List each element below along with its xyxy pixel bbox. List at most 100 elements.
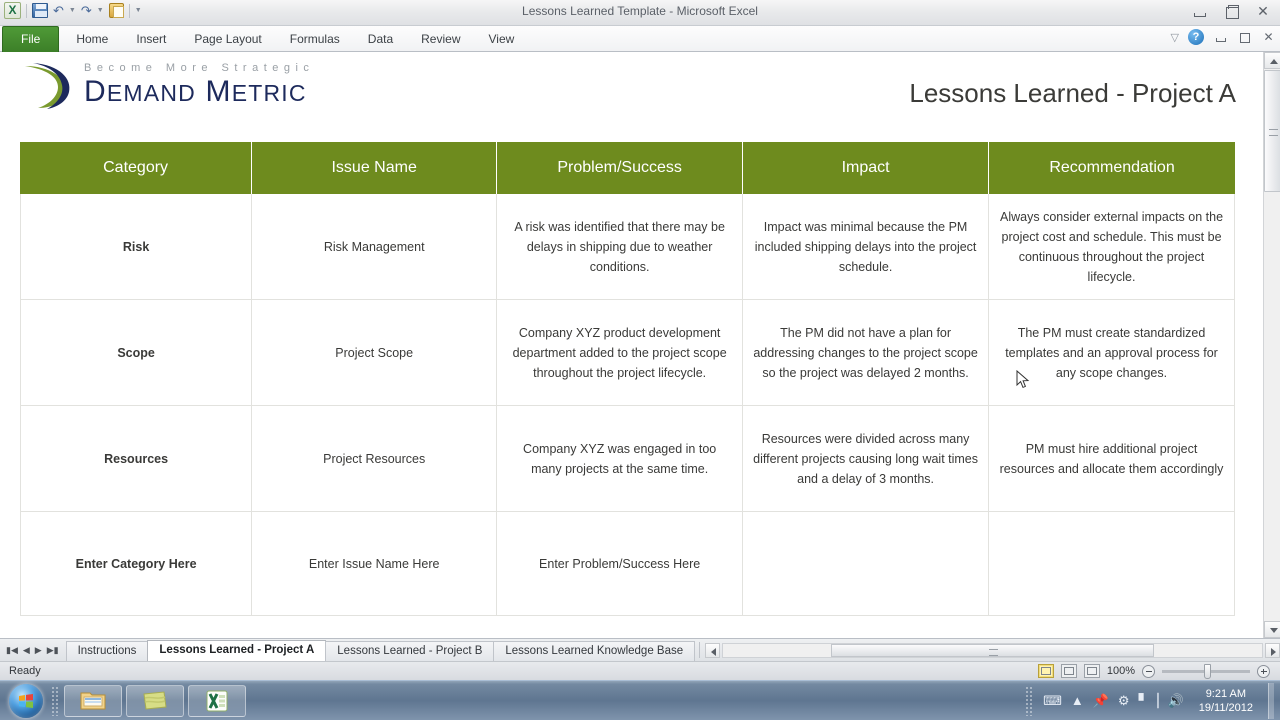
ribbon-close-button[interactable]: ✕ [1261,30,1276,44]
swoosh-logo-icon [20,60,72,112]
status-message: Ready [9,665,41,677]
window-controls[interactable]: ✕ [1188,3,1274,20]
taskbar-clock[interactable]: 9:21 AM 19/11/2012 [1193,687,1259,715]
show-desktop-button[interactable] [1268,682,1274,719]
last-sheet-icon[interactable]: ▶▮ [47,645,59,656]
table-row: Resources Project Resources Company XYZ … [20,406,1235,512]
sheet-tab-lessons-learned-project-b[interactable]: Lessons Learned - Project B [325,641,495,661]
tab-data[interactable]: Data [354,27,407,52]
cell-recommendation[interactable]: PM must hire additional project resource… [989,406,1235,512]
restore-button[interactable] [1220,3,1242,20]
zoom-out-icon[interactable] [1142,664,1155,678]
sheet-tab-lessons-learned-project-a[interactable]: Lessons Learned - Project A [147,639,327,661]
ribbon-tabs: File Home Insert Page Layout Formulas Da… [0,26,1280,52]
zoom-in-icon[interactable] [1257,664,1270,678]
tab-review[interactable]: Review [407,27,474,52]
tab-split-handle[interactable] [699,642,701,658]
column-header-recommendation[interactable]: Recommendation [989,142,1235,194]
action-center-icon[interactable]: ⚙ [1118,693,1130,708]
sheet-nav-buttons[interactable]: ▮◀ ◀ ▶ ▶▮ [0,645,66,656]
horizontal-scrollbar[interactable] [722,642,1263,658]
scroll-down-icon[interactable] [1264,621,1280,638]
scroll-right-icon[interactable] [1265,642,1280,658]
taskbar-item-excel[interactable] [188,684,246,717]
volume-icon[interactable]: 🔊 [1168,693,1184,708]
tab-view[interactable]: View [475,27,529,52]
horizontal-scroll-thumb[interactable] [830,643,1155,657]
cell-problem-success[interactable]: Company XYZ was engaged in too many proj… [497,406,744,512]
taskbar-item-sticky-notes[interactable] [126,684,184,717]
table-row: Risk Risk Management A risk was identifi… [20,194,1235,300]
vertical-scrollbar[interactable] [1263,52,1280,638]
status-bar: Ready 100% [0,661,1280,680]
page-break-preview-button[interactable] [1083,664,1100,678]
cell-problem-success[interactable]: Company XYZ product development departme… [497,300,744,406]
demand-metric-logo: Become More Strategic DEMAND METRIC [20,60,314,112]
cell-problem-success[interactable]: A risk was identified that there may be … [497,194,744,300]
ribbon-tab-bar: File Home Insert Page Layout Formulas Da… [0,26,1280,52]
close-button[interactable]: ✕ [1252,3,1274,20]
tray-grip[interactable] [1025,685,1033,716]
cell-impact[interactable]: The PM did not have a plan for addressin… [743,300,990,406]
cell-recommendation[interactable] [989,512,1235,616]
worksheet-area[interactable]: Become More Strategic DEMAND METRIC Less… [0,52,1280,638]
taskbar-item-file-explorer[interactable] [64,684,122,717]
brand-m: M [205,75,232,108]
network-icon[interactable]: ▘▕ [1139,693,1159,708]
tab-home[interactable]: Home [62,27,122,52]
first-sheet-icon[interactable]: ▮◀ [6,645,18,656]
clock-date: 19/11/2012 [1198,701,1253,714]
ribbon-minimize-button[interactable] [1213,30,1228,44]
taskbar-grip[interactable] [51,685,58,716]
cell-issue-name[interactable]: Enter Issue Name Here [252,512,498,616]
cell-impact[interactable] [743,512,990,616]
start-button[interactable] [9,683,43,718]
cell-issue-name[interactable]: Project Resources [252,406,498,512]
zoom-level-label[interactable]: 100% [1107,665,1135,677]
cell-category[interactable]: Risk [20,194,253,300]
column-header-impact[interactable]: Impact [743,142,990,194]
tab-insert[interactable]: Insert [122,27,180,52]
logo-tagline: Become More Strategic [84,62,315,74]
next-sheet-icon[interactable]: ▶ [35,645,42,656]
cell-impact[interactable]: Resources were divided across many diffe… [743,406,990,512]
cell-impact[interactable]: Impact was minimal because the PM includ… [743,194,990,300]
system-tray: ⌨ ▲ 📌 ⚙ ▘▕ 🔊 9:21 AM 19/11/2012 [1025,682,1280,719]
column-header-issue-name[interactable]: Issue Name [252,142,498,194]
cell-category[interactable]: Resources [20,406,253,512]
cell-recommendation[interactable]: Always consider external impacts on the … [989,194,1235,300]
cell-problem-success[interactable]: Enter Problem/Success Here [497,512,744,616]
help-icon[interactable]: ? [1188,29,1204,45]
page-title: Lessons Learned - Project A [909,78,1236,108]
table-row: Enter Category Here Enter Issue Name Her… [20,512,1235,616]
page-layout-view-button[interactable] [1060,664,1077,678]
normal-view-button[interactable] [1037,664,1054,678]
cell-category[interactable]: Scope [20,300,253,406]
ribbon-restore-button[interactable] [1237,30,1252,44]
prev-sheet-icon[interactable]: ◀ [23,645,30,656]
cell-recommendation[interactable]: The PM must create standardized template… [989,300,1235,406]
sheet-tab-instructions[interactable]: Instructions [65,641,149,661]
minimize-button[interactable] [1188,3,1210,20]
sheet-tab-bar: ▮◀ ◀ ▶ ▶▮ Instructions Lessons Learned -… [0,638,1280,661]
cell-issue-name[interactable]: Risk Management [252,194,498,300]
tab-page-layout[interactable]: Page Layout [180,27,275,52]
pin-icon[interactable]: 📌 [1093,693,1109,708]
tab-formulas[interactable]: Formulas [276,27,354,52]
zoom-slider-handle[interactable] [1204,663,1211,679]
column-header-category[interactable]: Category [20,142,253,194]
show-hidden-icons-icon[interactable]: ▲ [1071,693,1084,708]
cell-category[interactable]: Enter Category Here [20,512,253,616]
sheet-tab-lessons-learned-knowledge-base[interactable]: Lessons Learned Knowledge Base [493,641,696,661]
chevron-up-icon[interactable]: ▽ [1171,31,1179,44]
tab-file[interactable]: File [2,26,60,52]
column-header-problem-success[interactable]: Problem/Success [497,142,744,194]
vertical-scroll-thumb[interactable] [1264,70,1280,192]
brand-d: D [84,75,107,108]
keyboard-icon[interactable]: ⌨ [1043,693,1062,708]
scroll-up-icon[interactable] [1264,52,1280,69]
zoom-slider-track[interactable] [1162,663,1250,679]
scroll-left-icon[interactable] [705,642,721,658]
cell-issue-name[interactable]: Project Scope [252,300,498,406]
brand-etric: ETRIC [231,80,307,106]
